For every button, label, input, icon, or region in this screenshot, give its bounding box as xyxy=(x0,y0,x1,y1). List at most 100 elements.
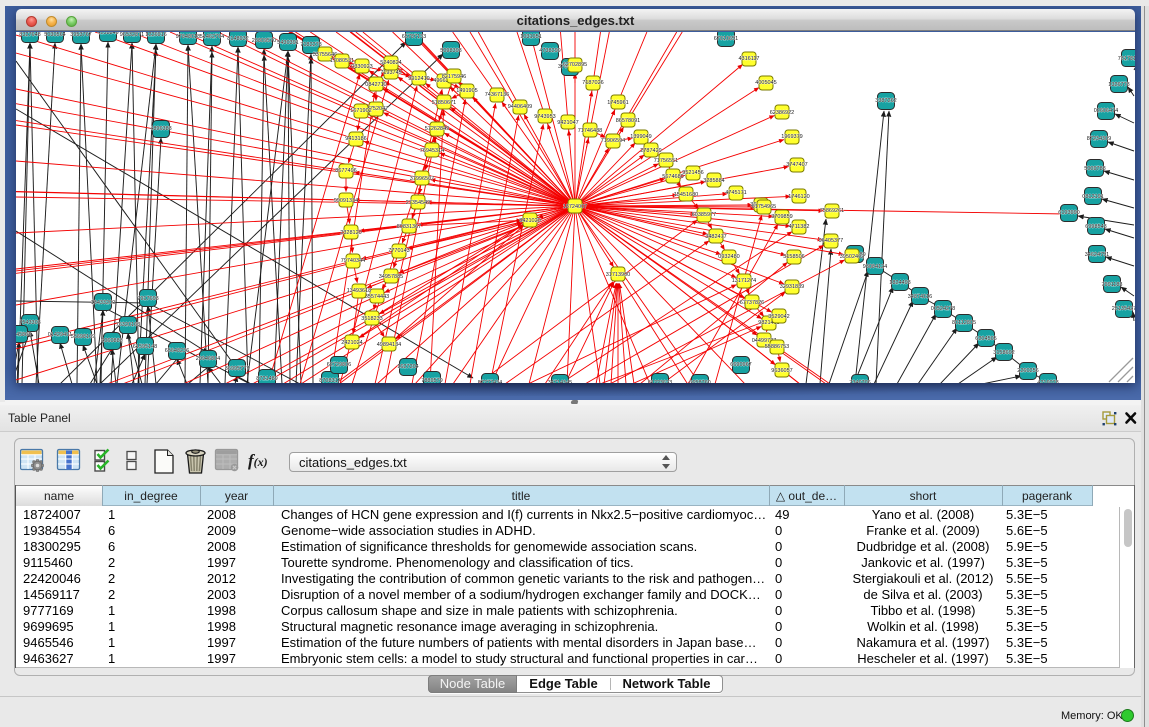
svg-text:71756551: 71756551 xyxy=(654,158,678,164)
svg-text:6193990: 6193990 xyxy=(1058,210,1079,216)
svg-text:71906594: 71906594 xyxy=(601,138,625,144)
svg-text:3285884: 3285884 xyxy=(703,178,724,184)
svg-text:62386922: 62386922 xyxy=(770,110,794,116)
svg-text:39502402: 39502402 xyxy=(840,254,864,260)
svg-text:7770143: 7770143 xyxy=(388,248,409,254)
svg-text:0330923: 0330923 xyxy=(351,64,372,70)
svg-text:4005045: 4005045 xyxy=(755,80,776,86)
svg-text:1627204: 1627204 xyxy=(397,364,418,370)
svg-text:9743953: 9743953 xyxy=(534,114,555,120)
svg-text:62729806: 62729806 xyxy=(327,362,351,368)
svg-text:86578091: 86578091 xyxy=(616,118,640,124)
svg-text:98084124: 98084124 xyxy=(863,264,887,270)
svg-text:1326773: 1326773 xyxy=(1108,82,1129,88)
svg-text:1745961: 1745961 xyxy=(607,100,628,106)
svg-text:75869261: 75869261 xyxy=(820,208,844,214)
svg-text:25135427: 25135427 xyxy=(1112,306,1135,312)
svg-text:81223623: 81223623 xyxy=(648,380,672,383)
svg-text:57262849: 57262849 xyxy=(425,126,449,132)
svg-text:1746120: 1746120 xyxy=(788,194,809,200)
svg-text:1399049: 1399049 xyxy=(630,134,651,140)
svg-text:9521456: 9521456 xyxy=(682,170,703,176)
svg-text:4896383: 4896383 xyxy=(150,126,171,132)
svg-text:00524278: 00524278 xyxy=(931,306,955,312)
svg-text:73178108: 73178108 xyxy=(1118,56,1135,62)
svg-text:29946804: 29946804 xyxy=(196,356,220,362)
svg-text:51850671: 51850671 xyxy=(432,100,456,106)
svg-text:5674680: 5674680 xyxy=(662,174,683,180)
svg-text:87234309: 87234309 xyxy=(1087,136,1111,142)
svg-text:49894134: 49894134 xyxy=(377,342,401,348)
svg-text:1671902: 1671902 xyxy=(350,108,371,114)
svg-text:1031051: 1031051 xyxy=(520,34,541,40)
svg-text:99091334: 99091334 xyxy=(334,198,358,204)
svg-text:51462704: 51462704 xyxy=(200,34,224,40)
svg-text:6690967: 6690967 xyxy=(730,362,751,368)
svg-text:6204505: 6204505 xyxy=(975,336,996,342)
svg-text:2328120: 2328120 xyxy=(340,230,361,236)
svg-text:5009788: 5009788 xyxy=(1084,166,1105,172)
svg-text:9421047: 9421047 xyxy=(557,120,578,126)
svg-text:85574443: 85574443 xyxy=(365,294,389,300)
svg-text:7182278: 7182278 xyxy=(300,42,321,48)
svg-text:96405377: 96405377 xyxy=(819,238,843,244)
svg-text:4745171: 4745171 xyxy=(725,190,746,196)
svg-text:4238849: 4238849 xyxy=(97,32,118,36)
svg-text:65648236: 65648236 xyxy=(165,348,189,354)
svg-text:5158506: 5158506 xyxy=(783,254,804,260)
svg-text:34624751: 34624751 xyxy=(1085,252,1109,258)
svg-text:4738299: 4738299 xyxy=(539,48,560,54)
svg-text:02606474: 02606474 xyxy=(1094,108,1118,114)
svg-text:0842710: 0842710 xyxy=(365,82,386,88)
svg-text:15451680: 15451680 xyxy=(674,192,698,198)
svg-text:3387262: 3387262 xyxy=(875,98,896,104)
svg-text:31713900: 31713900 xyxy=(606,272,630,278)
svg-text:18724007: 18724007 xyxy=(563,204,587,210)
svg-text:01429401: 01429401 xyxy=(48,332,72,338)
svg-text:71746488: 71746488 xyxy=(578,128,602,134)
svg-text:54145868: 54145868 xyxy=(16,332,31,338)
svg-text:76320163: 76320163 xyxy=(116,322,140,328)
svg-text:76945314: 76945314 xyxy=(420,148,444,154)
svg-text:7187026: 7187026 xyxy=(582,80,603,86)
svg-text:97848018: 97848018 xyxy=(176,34,200,40)
svg-text:60385977: 60385977 xyxy=(692,212,716,218)
svg-text:13493618: 13493618 xyxy=(347,288,371,294)
svg-text:8677496: 8677496 xyxy=(335,168,356,174)
svg-text:9413186: 9413186 xyxy=(345,136,366,142)
svg-text:9636057: 9636057 xyxy=(771,368,792,374)
svg-text:3482477: 3482477 xyxy=(705,234,726,240)
svg-text:80112805: 80112805 xyxy=(952,320,976,326)
svg-text:7346706: 7346706 xyxy=(849,380,870,383)
svg-text:2260256: 2260256 xyxy=(1017,368,1038,374)
svg-text:5240824: 5240824 xyxy=(380,60,401,66)
svg-text:7193745: 7193745 xyxy=(380,70,401,76)
svg-text:3709859: 3709859 xyxy=(771,214,792,220)
svg-text:4711382: 4711382 xyxy=(788,224,809,230)
svg-text:1824493: 1824493 xyxy=(889,280,910,286)
svg-text:0932480: 0932480 xyxy=(718,254,739,260)
svg-text:13171274: 13171274 xyxy=(732,278,756,284)
svg-text:1969379: 1969379 xyxy=(781,134,802,140)
svg-text:2787429: 2787429 xyxy=(640,148,661,154)
svg-text:2421024: 2421024 xyxy=(341,340,362,346)
svg-text:67737826: 67737826 xyxy=(740,300,764,306)
svg-text:7991183: 7991183 xyxy=(1101,282,1122,288)
svg-text:1226916: 1226916 xyxy=(145,32,166,38)
svg-text:96532871: 96532871 xyxy=(120,32,144,38)
svg-text:3529042: 3529042 xyxy=(768,314,789,320)
svg-text:55698169: 55698169 xyxy=(71,334,95,340)
svg-text:7917693: 7917693 xyxy=(137,296,158,302)
svg-text:55886753: 55886753 xyxy=(765,344,789,350)
svg-text:1491905: 1491905 xyxy=(456,88,477,94)
svg-text:3953767: 3953767 xyxy=(70,32,91,38)
svg-text:74367136: 74367136 xyxy=(485,92,509,98)
svg-text:6998543: 6998543 xyxy=(1085,224,1106,230)
svg-text:8708317: 8708317 xyxy=(319,378,340,383)
svg-text:9912419: 9912419 xyxy=(408,76,429,82)
svg-text:79740344: 79740344 xyxy=(341,258,365,264)
svg-text:34874016: 34874016 xyxy=(908,294,932,300)
svg-text:4316117: 4316117 xyxy=(738,56,759,62)
svg-text:81754965: 81754965 xyxy=(752,204,776,210)
svg-text:65787133: 65787133 xyxy=(402,34,426,40)
